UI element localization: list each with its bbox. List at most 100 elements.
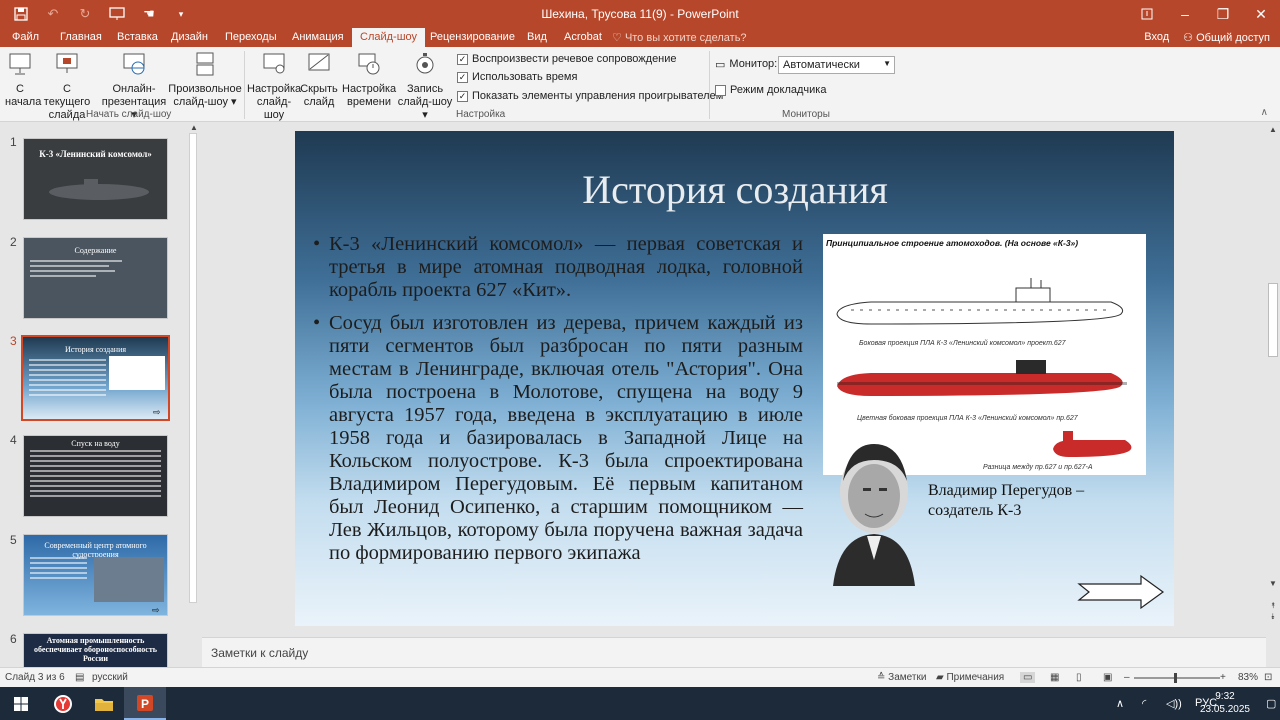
language-indicator[interactable]: русский (92, 672, 128, 683)
previous-slide-icon[interactable]: ⯭ (1266, 600, 1280, 611)
slide-thumbnail-5[interactable]: Современный центр атомного судостроения … (23, 534, 168, 616)
tab-design[interactable]: Дизайн (163, 28, 216, 47)
slide-sorter-icon[interactable]: ▦ (1050, 672, 1059, 683)
thumbnail-number: 3 (10, 334, 17, 348)
zoom-slider[interactable] (1134, 673, 1220, 683)
slideshow-current-icon (56, 53, 78, 73)
tab-file[interactable]: Файл (4, 28, 47, 47)
rehearse-timings-button[interactable]: Настройка времени (342, 51, 396, 109)
status-bar: Слайд 3 из 6 ▤ русский ≙ Заметки ▰ Приме… (0, 667, 1280, 687)
bullet-item: Сосуд был изготовлен из дерева, причем к… (313, 312, 803, 565)
zoom-in-icon[interactable]: + (1220, 672, 1226, 683)
powerpoint-taskbar-icon[interactable]: P (124, 687, 166, 720)
scrollbar-thumb[interactable] (189, 133, 197, 603)
slide-counter: Слайд 3 из 6 (5, 672, 65, 683)
submarine-comparison-drawing (1053, 431, 1132, 457)
custom-slideshow-button[interactable]: Произвольное слайд-шоу ▾ (168, 51, 242, 109)
login-link[interactable]: Вход (1144, 31, 1169, 44)
chevron-down-icon: ▼ (883, 59, 891, 68)
slide-scrollbar[interactable]: ▲ ▼ (1266, 123, 1280, 600)
slide-thumbnail-4[interactable]: Спуск на воду (23, 435, 168, 517)
taskbar-clock[interactable]: 9:32 23.05.2025 (1200, 690, 1250, 716)
play-narrations-checkbox[interactable]: ✓ Воспроизвести речевое сопровождение (457, 53, 677, 65)
thumbnail-number: 4 (10, 433, 17, 447)
portrait-caption[interactable]: Владимир Перегудов – создатель К-3 (928, 481, 1108, 521)
scroll-up-icon[interactable]: ▲ (190, 123, 198, 132)
file-explorer-icon[interactable] (83, 687, 125, 720)
scroll-down-icon[interactable]: ▼ (1269, 579, 1277, 588)
hide-slide-button[interactable]: Скрыть слайд (300, 51, 338, 109)
zoom-slider-knob[interactable] (1174, 673, 1177, 683)
minimize-icon[interactable]: – (1166, 0, 1204, 28)
arrow-right-icon[interactable] (1077, 574, 1165, 610)
monitor-select[interactable]: Автоматически ▼ (778, 56, 895, 74)
use-timings-checkbox[interactable]: ✓ Использовать время (457, 71, 577, 83)
notes-placeholder: Заметки к слайду (211, 646, 309, 660)
reading-view-icon[interactable]: ▯ (1076, 672, 1082, 683)
slideshow-view-icon[interactable]: ▣ (1103, 672, 1112, 683)
notifications-icon[interactable]: ▢ (1266, 697, 1276, 710)
show-hidden-icons-icon[interactable]: ∧ (1116, 697, 1124, 710)
show-media-controls-checkbox[interactable]: ✓ Показать элементы управления проигрыва… (457, 90, 723, 102)
tab-animation[interactable]: Анимация (284, 28, 352, 47)
thumbnail-title: К-3 «Ленинский комсомол» (39, 149, 152, 159)
scheme-caption-2: Цветная боковая проекция ПЛА К-3 «Ленинс… (857, 415, 1078, 422)
play-narrations-label: Воспроизвести речевое сопровождение (472, 53, 677, 65)
custom-label-1: Произвольное (168, 83, 242, 95)
slide-thumbnail-6[interactable]: Атомная промышленность обеспечивает обор… (23, 633, 168, 667)
monitor-select-value: Автоматически (783, 59, 860, 71)
tab-view[interactable]: Вид (519, 28, 555, 47)
volume-icon[interactable]: ◁)) (1166, 697, 1182, 710)
collapse-ribbon-icon[interactable]: ∧ (1261, 107, 1268, 118)
close-icon[interactable]: ✕ (1242, 0, 1280, 28)
network-icon[interactable]: ◜ (1142, 697, 1146, 710)
share-button[interactable]: ⚇ Общий доступ (1183, 31, 1270, 44)
fit-to-window-icon[interactable]: ⊡ (1264, 672, 1272, 683)
slide-canvas[interactable]: История создания К-3 «Ленинский комсомол… (295, 131, 1174, 626)
zoom-out-icon[interactable]: – (1124, 672, 1130, 683)
spellcheck-icon[interactable]: ▤ (75, 672, 84, 683)
normal-view-icon[interactable]: ▭ (1020, 672, 1036, 683)
slide-title[interactable]: История создания (545, 166, 925, 213)
portrait-photo[interactable] (829, 436, 919, 586)
windows-start-icon[interactable] (0, 687, 42, 720)
comments-button[interactable]: ▰ Примечания (936, 672, 1004, 683)
slide-thumbnail-3[interactable]: История создания ⇨ (21, 335, 170, 421)
ribbon-display-options-icon[interactable] (1128, 0, 1166, 28)
globe-presentation-icon (123, 53, 145, 75)
tab-transitions[interactable]: Переходы (217, 28, 285, 47)
rehearse-label-1: Настройка (342, 83, 397, 95)
custom-label-2: слайд-шоу ▾ (173, 96, 237, 108)
presenter-view-checkbox[interactable]: Режим докладчика (715, 84, 826, 96)
slide-thumbnail-1[interactable]: К-3 «Ленинский комсомол» (23, 138, 168, 220)
slide-thumbnail-2[interactable]: Содержание (23, 237, 168, 319)
thumbnail-number: 2 (10, 235, 17, 249)
thumbnails-scrollbar[interactable]: ▲ (187, 123, 199, 667)
notes-area[interactable]: Заметки к слайду (202, 637, 1266, 667)
checkbox-checked-icon: ✓ (457, 71, 468, 83)
group-label-setup: Настройка (456, 109, 506, 120)
scroll-up-icon[interactable]: ▲ (1269, 125, 1277, 134)
record-slideshow-button[interactable]: Запись слайд-шоу ▾ (396, 51, 454, 122)
restore-icon[interactable]: ❐ (1204, 0, 1242, 28)
tell-me-search[interactable]: ♡ Что вы хотите сделать? (612, 31, 747, 44)
tab-insert[interactable]: Вставка (109, 28, 166, 47)
tab-review[interactable]: Рецензирование (422, 28, 523, 47)
zoom-level[interactable]: 83% (1238, 672, 1258, 683)
tab-acrobat[interactable]: Acrobat (556, 28, 610, 47)
comment-icon: ▰ (936, 672, 947, 683)
title-bar: ↶ ↻ ☚ ▾ Шехина, Трусова 11(9) - PowerPoi… (0, 0, 1280, 28)
scheme-heading: Принципиальное строение атомоходов. (На … (826, 238, 1079, 248)
yandex-browser-icon[interactable] (42, 687, 84, 720)
slide-body-text[interactable]: К-3 «Ленинский комсомол» — первая советс… (313, 233, 803, 575)
tab-home[interactable]: Главная (52, 28, 110, 47)
next-slide-icon[interactable]: ⯯ (1266, 611, 1280, 622)
share-label: Общий доступ (1196, 32, 1270, 44)
tab-slideshow[interactable]: Слайд-шоу (352, 28, 426, 47)
from-start-button[interactable]: С начала (5, 51, 41, 109)
setup-slideshow-button[interactable]: Настройка слайд-шоу (247, 51, 301, 122)
scrollbar-thumb[interactable] (1268, 283, 1278, 357)
monitor-label-wrap: ▭ Монитор: (715, 58, 777, 71)
from-current-label-1: С текущего (43, 83, 91, 108)
notes-button[interactable]: ≙ Заметки (877, 672, 926, 683)
